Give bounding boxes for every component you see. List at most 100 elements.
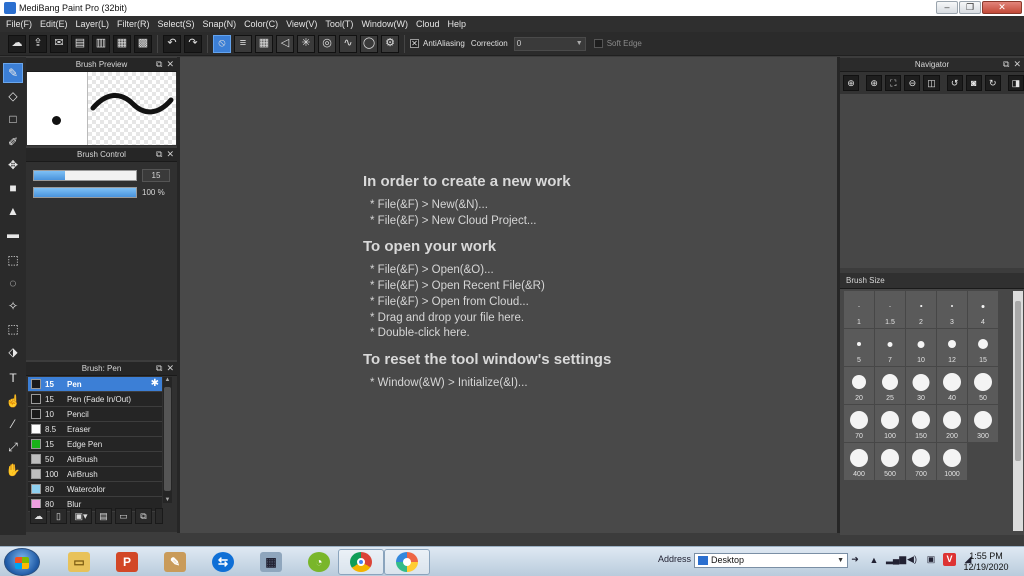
actual-size-icon[interactable]: ◫	[923, 75, 940, 91]
brush-list-item[interactable]: 15 Pen ✱	[28, 377, 162, 392]
canvas-area[interactable]: In order to create a new work * File(&F) …	[180, 57, 837, 533]
size-slider[interactable]	[33, 170, 137, 181]
brush-size-option[interactable]: 3	[937, 291, 967, 328]
menu-layer[interactable]: Layer(L)	[74, 19, 116, 29]
cloud-icon[interactable]: ☁	[8, 34, 26, 53]
brush-size-option[interactable]: 50	[968, 367, 998, 404]
soft-edge-checkbox[interactable]	[593, 39, 603, 48]
taskbar-powerpoint[interactable]: P	[104, 549, 150, 575]
document-icon[interactable]: ▥	[92, 34, 110, 53]
taskbar-calculator[interactable]: ▦	[248, 549, 294, 575]
taskbar-chrome[interactable]	[338, 549, 384, 575]
zoom-out-icon[interactable]: ⊖	[904, 75, 921, 91]
menu-snap[interactable]: Snap(N)	[201, 19, 243, 29]
dot-tool-icon[interactable]: □	[3, 109, 23, 129]
cross-snap-icon[interactable]: ▦	[255, 34, 273, 53]
comment-icon[interactable]: ▤	[71, 34, 89, 53]
brush-size-option[interactable]: 12	[937, 329, 967, 366]
taskbar-paint[interactable]: ✎	[152, 549, 198, 575]
address-bar[interactable]: Desktop ▼	[694, 553, 848, 568]
close-icon[interactable]: ✕	[166, 59, 174, 70]
volume-icon[interactable]: ◀)	[905, 554, 919, 565]
brush-size-option[interactable]: 7	[875, 329, 905, 366]
show-hidden-icons-icon[interactable]: ▲	[867, 555, 881, 565]
device-icon[interactable]: ▣	[924, 554, 938, 565]
rotate-left-icon[interactable]: ↺	[946, 75, 963, 91]
size-value[interactable]: 15	[142, 169, 170, 182]
network-icon[interactable]: ▂▄▆	[886, 554, 906, 565]
brush-size-option[interactable]: 500	[875, 443, 905, 480]
menu-help[interactable]: Help	[445, 19, 472, 29]
snap-settings-icon[interactable]: ⚙	[381, 34, 399, 53]
undock-icon[interactable]: ⧉	[156, 59, 162, 70]
menu-color[interactable]: Color(C)	[242, 19, 284, 29]
cloud-brush-icon[interactable]: ☁	[30, 508, 47, 524]
menu-tool[interactable]: Tool(T)	[323, 19, 359, 29]
brush-list-item[interactable]: 50 AirBrush	[28, 452, 162, 467]
move-tool-icon[interactable]: ✥	[3, 155, 23, 175]
curve-snap-icon[interactable]: ∿	[339, 34, 357, 53]
undo-icon[interactable]: ↶	[163, 34, 181, 53]
brush-size-option[interactable]: 10	[906, 329, 936, 366]
menu-edit[interactable]: Edit(E)	[38, 19, 74, 29]
add-brush-icon[interactable]: ▣▾	[70, 508, 92, 524]
duplicate-brush-icon[interactable]: ⧉	[135, 508, 152, 524]
brush-tool-icon[interactable]: ✎	[3, 63, 23, 83]
system-clock[interactable]: 1:55 PM 12/19/2020	[960, 551, 1012, 573]
close-icon[interactable]: ✕	[1013, 59, 1021, 70]
shape-tool-icon[interactable]: ■	[3, 178, 23, 198]
brush-size-option[interactable]: 20	[844, 367, 874, 404]
brush-size-option[interactable]: 4	[968, 291, 998, 328]
brush-size-option[interactable]: 5	[844, 329, 874, 366]
scroll-down-icon[interactable]: ▼	[163, 497, 172, 503]
zoom-in-icon[interactable]: ⊕	[866, 75, 883, 91]
redo-icon[interactable]: ↷	[184, 34, 202, 53]
brush-list-item[interactable]: 15 Pen (Fade In/Out)	[28, 392, 162, 407]
brush-size-option[interactable]: 15	[968, 329, 998, 366]
close-icon[interactable]: ✕	[166, 363, 174, 374]
brush-size-option[interactable]: 400	[844, 443, 874, 480]
scroll-thumb[interactable]	[1015, 301, 1021, 461]
lasso-tool-icon[interactable]: ◌	[3, 273, 23, 293]
brush-list-item[interactable]: 10 Pencil	[28, 407, 162, 422]
menu-view[interactable]: View(V)	[284, 19, 323, 29]
delete-brush-icon[interactable]	[155, 508, 163, 524]
scroll-up-icon[interactable]: ▲	[163, 377, 172, 383]
brush-list-item[interactable]: 80 Watercolor	[28, 482, 162, 497]
brush-size-option[interactable]: 25	[875, 367, 905, 404]
new-brush-icon[interactable]: ▯	[50, 508, 67, 524]
brush-size-option[interactable]: 300	[968, 405, 998, 442]
rotate-right-icon[interactable]: ↻	[984, 75, 1001, 91]
eyedropper-tool-icon[interactable]: ⁄	[3, 414, 23, 434]
brush-size-scrollbar[interactable]	[1013, 291, 1023, 531]
brush-size-option[interactable]: 150	[906, 405, 936, 442]
text-tool-icon[interactable]: T	[3, 368, 23, 388]
brush-size-option[interactable]: 200	[937, 405, 967, 442]
close-icon[interactable]: ✕	[166, 149, 174, 160]
taskbar-teamviewer[interactable]: ⇆	[200, 549, 246, 575]
brush-size-option[interactable]: 1	[844, 291, 874, 328]
opacity-slider[interactable]	[33, 187, 137, 198]
snap-off-icon[interactable]: ⦸	[213, 34, 231, 53]
select-pen-tool-icon[interactable]: ⬚	[3, 319, 23, 339]
menu-file[interactable]: File(F)	[4, 19, 38, 29]
circle-snap-icon[interactable]: ◯	[360, 34, 378, 53]
hand-tool-icon[interactable]: ✋	[3, 460, 23, 480]
brush-size-option[interactable]: 100	[875, 405, 905, 442]
brush-settings-icon[interactable]: ▤	[95, 508, 112, 524]
brush-size-option[interactable]: 700	[906, 443, 936, 480]
undock-icon[interactable]: ⧉	[1003, 59, 1009, 70]
bucket-tool-icon[interactable]: ▲	[3, 201, 23, 221]
brush-size-option[interactable]: 1000	[937, 443, 967, 480]
antialiasing-checkbox[interactable]: ✕	[410, 39, 419, 48]
taskbar-explorer[interactable]: ▭	[56, 549, 102, 575]
start-button[interactable]	[4, 548, 40, 576]
eraser-tool-icon[interactable]: ◇	[3, 86, 23, 106]
taskbar-app-green[interactable]: ◔	[296, 549, 342, 575]
gradient-tool-icon[interactable]: ▬	[3, 224, 23, 244]
go-arrow-icon[interactable]: ➜	[848, 554, 862, 565]
menu-filter[interactable]: Filter(R)	[115, 19, 156, 29]
brush-list-item[interactable]: 8.5 Eraser	[28, 422, 162, 437]
brush-size-option[interactable]: 1.5	[875, 291, 905, 328]
concentric-snap-icon[interactable]: ◎	[318, 34, 336, 53]
